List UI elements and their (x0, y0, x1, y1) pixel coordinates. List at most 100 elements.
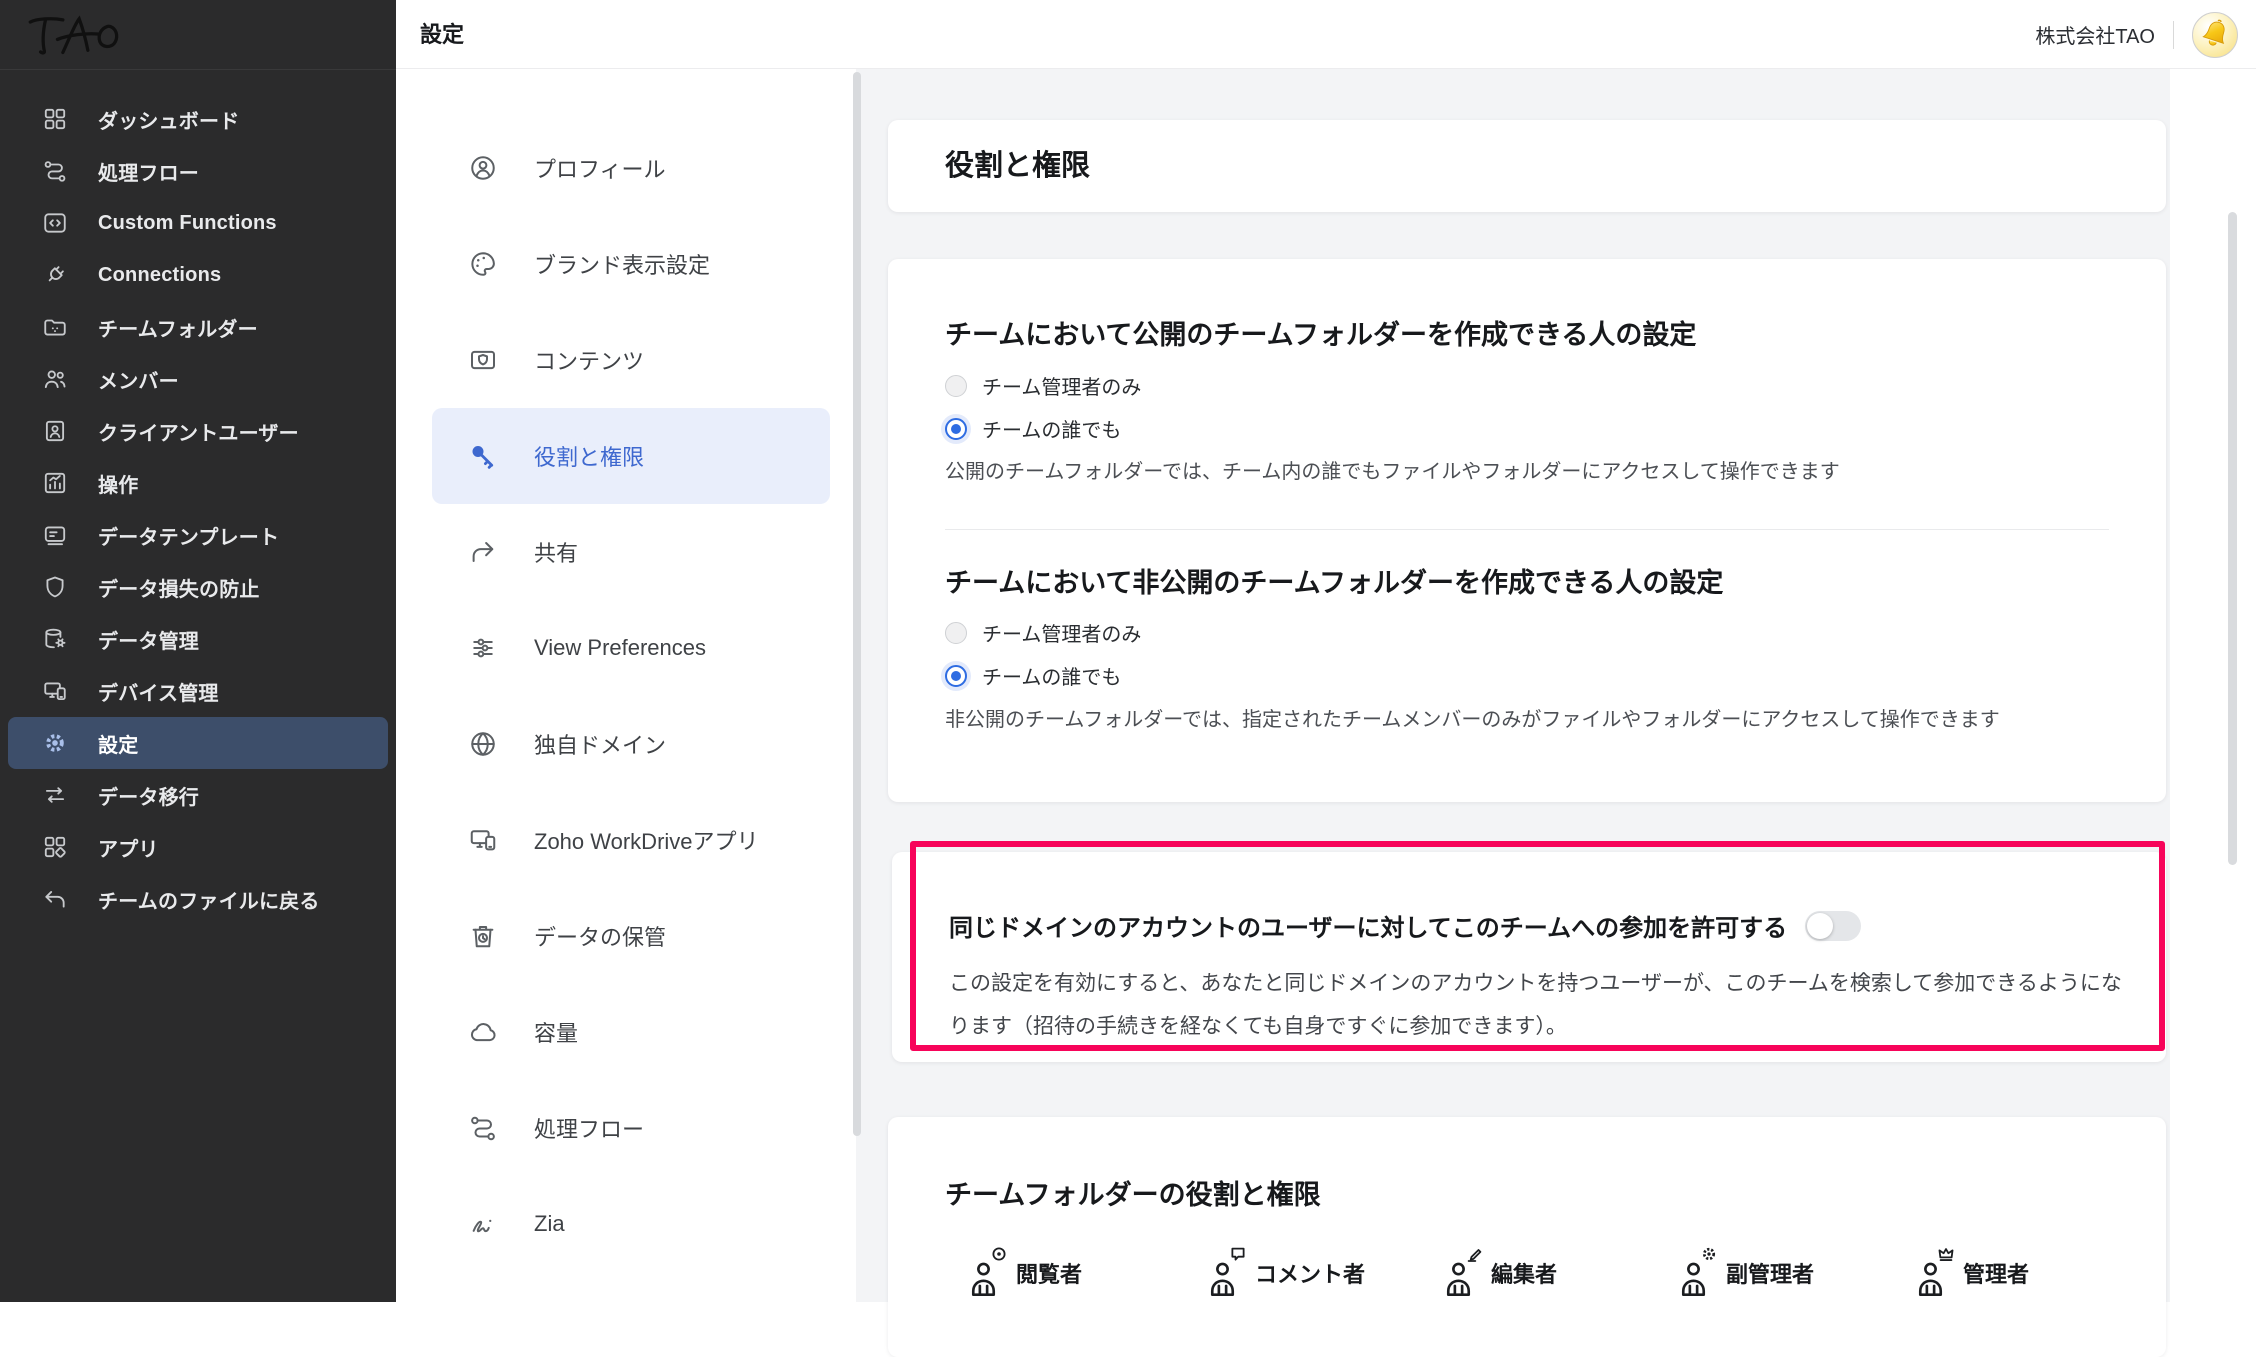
logo-area (0, 0, 396, 70)
settings-nav-storage[interactable]: 容量 (396, 984, 856, 1080)
sidebar-item-apps[interactable]: アプリ (8, 821, 388, 873)
sidebar-item-data-migration[interactable]: データ移行 (8, 769, 388, 821)
settings-nav-workdrive-apps[interactable]: Zoho WorkDriveアプリ (396, 792, 856, 888)
devices-icon (42, 678, 68, 704)
radio-selected[interactable] (945, 665, 967, 687)
viewer-eye-icon (990, 1245, 1008, 1263)
sidebar-item-dlp[interactable]: データ損失の防止 (8, 561, 388, 613)
code-icon (42, 210, 68, 236)
trash-clock-icon (468, 921, 498, 951)
sidebar-item-data-templates[interactable]: データテンプレート (8, 509, 388, 561)
domain-join-description: この設定を有効にすると、あなたと同じドメインのアカウントを持つユーザーが、このチ… (949, 962, 2124, 1048)
palette-icon (468, 249, 498, 279)
share-arrow-icon (468, 537, 498, 567)
members-icon (42, 366, 68, 392)
sidebar-item-label: 設定 (98, 729, 138, 758)
settings-nav-label: 役割と権限 (534, 440, 644, 472)
gear-icon (42, 730, 68, 756)
page-title-card: 役割と権限 (888, 120, 2166, 212)
private-admins-only-option[interactable]: チーム管理者のみ (945, 618, 1141, 647)
sidebar-item-label: チームのファイルに戻る (98, 885, 320, 914)
client-users-icon (42, 418, 68, 444)
sidebar-item-connections[interactable]: Connections (8, 249, 388, 301)
transfer-icon (42, 782, 68, 808)
primary-sidebar: ダッシュボード 処理フロー Custom Functions Connectio… (0, 0, 396, 1302)
sidebar-item-settings[interactable]: 設定 (8, 717, 388, 769)
sidebar-item-data-admin[interactable]: データ管理 (8, 613, 388, 665)
user-avatar[interactable] (2192, 12, 2238, 58)
settings-nav-content[interactable]: コンテンツ (396, 312, 856, 408)
main-scrollbar-thumb[interactable] (2228, 212, 2237, 865)
sidebar-item-label: 処理フロー (98, 157, 199, 186)
public-admins-only-option[interactable]: チーム管理者のみ (945, 371, 1141, 400)
workflow-icon (468, 1113, 498, 1143)
domain-join-toggle[interactable] (1805, 911, 1861, 941)
key-icon (468, 441, 498, 471)
sub-admin-person-icon (1677, 1245, 1715, 1301)
profile-icon (468, 153, 498, 183)
settings-nav-label: View Preferences (534, 635, 706, 661)
viewer-person-icon (967, 1245, 1005, 1301)
topbar-divider (2173, 21, 2174, 49)
settings-nav-data-retention[interactable]: データの保管 (396, 888, 856, 984)
settings-nav-custom-domain[interactable]: 独自ドメイン (396, 696, 856, 792)
settings-nav-zia[interactable]: Zia (396, 1176, 856, 1272)
domain-join-card: 同じドメインのアカウントのユーザーに対してこのチームへの参加を許可する この設定… (892, 852, 2166, 1062)
admin-person-icon (1914, 1245, 1952, 1301)
operations-chart-icon (42, 470, 68, 496)
team-folder-roles-card: チームフォルダーの役割と権限 閲覧者 コメント者 編集者 副管理者 (888, 1117, 2166, 1357)
commenter-person-icon (1206, 1245, 1244, 1301)
settings-nav-label: Zoho WorkDriveアプリ (534, 824, 759, 856)
settings-nav-sharing[interactable]: 共有 (396, 504, 856, 600)
sidebar-item-label: データ移行 (98, 781, 199, 810)
settings-nav-workflow[interactable]: 処理フロー (396, 1080, 856, 1176)
settings-nav-label: 共有 (534, 536, 578, 568)
sidebar-item-client-users[interactable]: クライアントユーザー (8, 405, 388, 457)
sidebar-item-members[interactable]: メンバー (8, 353, 388, 405)
radio-selected[interactable] (945, 418, 967, 440)
subnav-scrollbar-thumb[interactable] (853, 72, 861, 1136)
sidebar-item-custom-functions[interactable]: Custom Functions (8, 197, 388, 249)
sidebar-item-dashboard[interactable]: ダッシュボード (8, 93, 388, 145)
database-gear-icon (42, 626, 68, 652)
domain-join-label: 同じドメインのアカウントのユーザーに対してこのチームへの参加を許可する (949, 908, 1787, 943)
roles-heading: チームフォルダーの役割と権限 (945, 1173, 1321, 1212)
public-folder-heading: チームにおいて公開のチームフォルダーを作成できる人の設定 (945, 313, 1696, 352)
sidebar-item-label: デバイス管理 (98, 677, 219, 706)
public-folder-description: 公開のチームフォルダーでは、チーム内の誰でもファイルやフォルダーにアクセスして操… (945, 455, 1840, 484)
sidebar-item-label: ダッシュボード (98, 105, 239, 134)
topbar-right: 株式会社TAO (2035, 0, 2238, 69)
radio-unselected[interactable] (945, 375, 967, 397)
sidebar-item-team-folders[interactable]: チームフォルダー (8, 301, 388, 353)
sidebar-item-back-to-team-files[interactable]: チームのファイルに戻る (8, 873, 388, 925)
settings-nav-view-preferences[interactable]: View Preferences (396, 600, 856, 696)
sidebar-nav: ダッシュボード 処理フロー Custom Functions Connectio… (0, 93, 396, 925)
sidebar-item-workflow[interactable]: 処理フロー (8, 145, 388, 197)
radio-unselected[interactable] (945, 622, 967, 644)
page-header-title: 設定 (420, 0, 464, 69)
sidebar-item-label: Custom Functions (98, 212, 277, 235)
gear-badge-icon (1700, 1245, 1718, 1263)
comment-bubble-icon (1229, 1245, 1247, 1263)
cloud-icon (468, 1017, 498, 1047)
sidebar-item-operations[interactable]: 操作 (8, 457, 388, 509)
role-sub-admin: 副管理者 (1677, 1243, 1814, 1301)
settings-nav-label: 容量 (534, 1016, 578, 1048)
domain-join-setting-row: 同じドメインのアカウントのユーザーに対してこのチームへの参加を許可する (949, 908, 1861, 943)
settings-nav-label: 処理フロー (534, 1112, 644, 1144)
private-folder-heading: チームにおいて非公開のチームフォルダーを作成できる人の設定 (945, 561, 1723, 600)
settings-nav-branding[interactable]: ブランド表示設定 (396, 216, 856, 312)
sidebar-item-label: チームフォルダー (98, 313, 258, 342)
public-anyone-option[interactable]: チームの誰でも (945, 414, 1121, 443)
sidebar-item-device-mgmt[interactable]: デバイス管理 (8, 665, 388, 717)
sidebar-item-label: 操作 (98, 469, 138, 498)
settings-nav-roles-permissions[interactable]: 役割と権限 (432, 408, 830, 504)
devices-icon (468, 825, 498, 855)
private-anyone-option[interactable]: チームの誰でも (945, 661, 1121, 690)
zia-signature-icon (468, 1209, 498, 1239)
pencil-icon (1465, 1245, 1483, 1263)
role-commenter: コメント者 (1206, 1243, 1365, 1301)
topbar: 設定 株式会社TAO (396, 0, 2256, 69)
section-divider (945, 529, 2109, 530)
settings-nav-profile[interactable]: プロフィール (396, 120, 856, 216)
